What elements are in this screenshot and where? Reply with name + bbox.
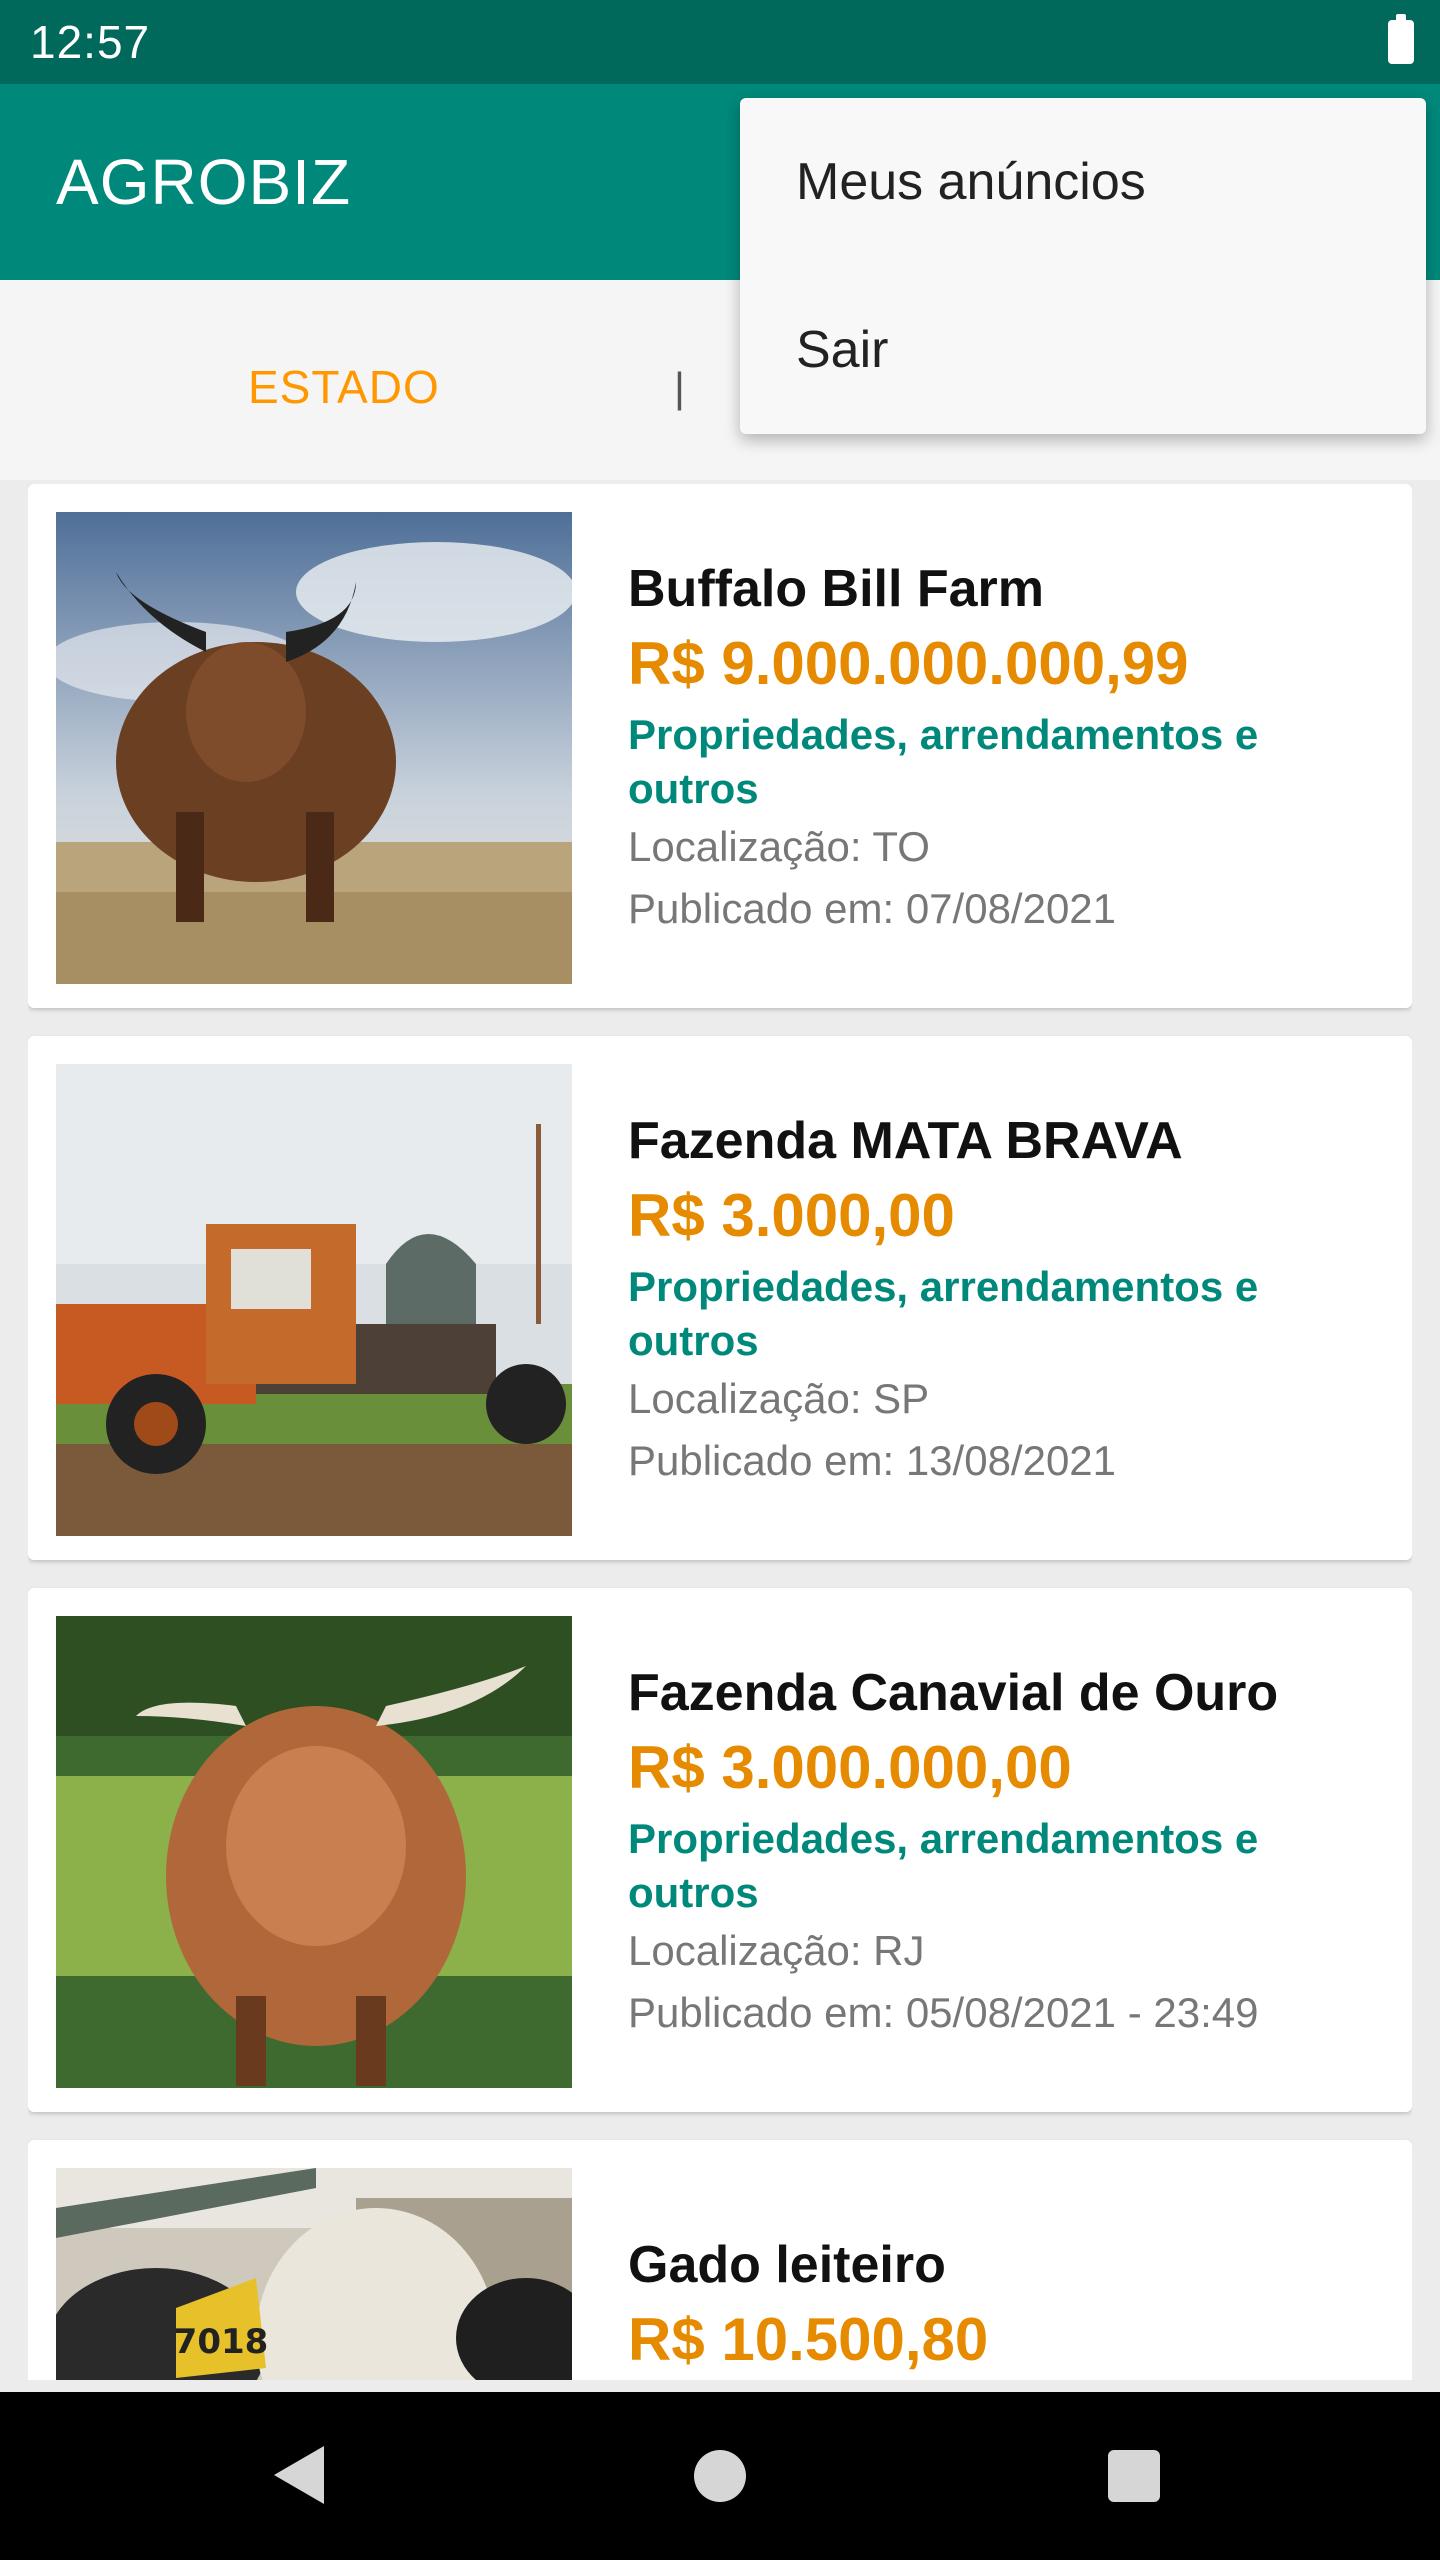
- listing-category: Propriedades, arrendamentos e outros: [628, 1263, 1259, 1364]
- listing-card[interactable]: Fazenda MATA BRAVA R$ 3.000,00 Proprieda…: [28, 1036, 1412, 1560]
- listing-location: Localização: RJ: [628, 1927, 925, 1974]
- listing-price: R$ 10.500,80: [628, 2306, 989, 2373]
- navigation-bar: [0, 2392, 1440, 2560]
- listing-published: Publicado em: 13/08/2021: [628, 1437, 1117, 1484]
- recents-icon[interactable]: [1108, 2450, 1160, 2502]
- home-icon[interactable]: [694, 2450, 746, 2502]
- listing-location: Localização: SP: [628, 1375, 930, 1422]
- listing-card[interactable]: Buffalo Bill Farm R$ 9.000.000.000,99 Pr…: [28, 484, 1412, 1008]
- menu-item-sair[interactable]: Sair: [740, 266, 1426, 434]
- listing-category: Propriedades, arrendamentos e outros: [628, 711, 1259, 812]
- menu-item-meus-anuncios[interactable]: Meus anúncios: [740, 98, 1426, 266]
- listing-title: Buffalo Bill Farm: [628, 560, 1045, 618]
- listing-location: Localização: TO: [628, 823, 930, 870]
- listing-price: R$ 9.000.000.000,99: [628, 630, 1189, 697]
- listing-list[interactable]: Buffalo Bill Farm R$ 9.000.000.000,99 Pr…: [28, 484, 1412, 2380]
- status-bar: 12:57: [0, 0, 1440, 84]
- listing-price: R$ 3.000,00: [628, 1182, 955, 1249]
- listing-price: R$ 3.000.000,00: [628, 1734, 1072, 1801]
- status-time: 12:57: [30, 16, 151, 68]
- listing-image-highland-cow: [56, 1616, 572, 2088]
- listing-published: Publicado em: 07/08/2021: [628, 885, 1117, 932]
- ear-tag-number: 7018: [174, 2322, 269, 2362]
- listing-card[interactable]: 7018 Gado leiteiro R$ 10.500,80: [28, 2140, 1412, 2380]
- back-icon[interactable]: [272, 2444, 326, 2506]
- battery-icon: [1388, 14, 1414, 64]
- listing-category: Propriedades, arrendamentos e outros: [628, 1815, 1259, 1916]
- app-title: AGROBIZ: [56, 146, 352, 218]
- listing-image-highland-bull: [56, 512, 572, 984]
- filter-separator: |: [674, 364, 685, 411]
- overflow-menu: Meus anúncios Sair: [740, 98, 1426, 434]
- listing-title: Gado leiteiro: [628, 2236, 946, 2294]
- listing-image-rusty-truck: [56, 1064, 572, 1536]
- filter-estado-button[interactable]: ESTADO: [248, 360, 440, 414]
- listing-title: Fazenda Canavial de Ouro: [628, 1664, 1279, 1722]
- listing-title: Fazenda MATA BRAVA: [628, 1112, 1183, 1170]
- listing-card[interactable]: Fazenda Canavial de Ouro R$ 3.000.000,00…: [28, 1588, 1412, 2112]
- listing-published: Publicado em: 05/08/2021 - 23:49: [628, 1989, 1259, 2036]
- listing-image-dairy-cow: 7018: [56, 2168, 572, 2380]
